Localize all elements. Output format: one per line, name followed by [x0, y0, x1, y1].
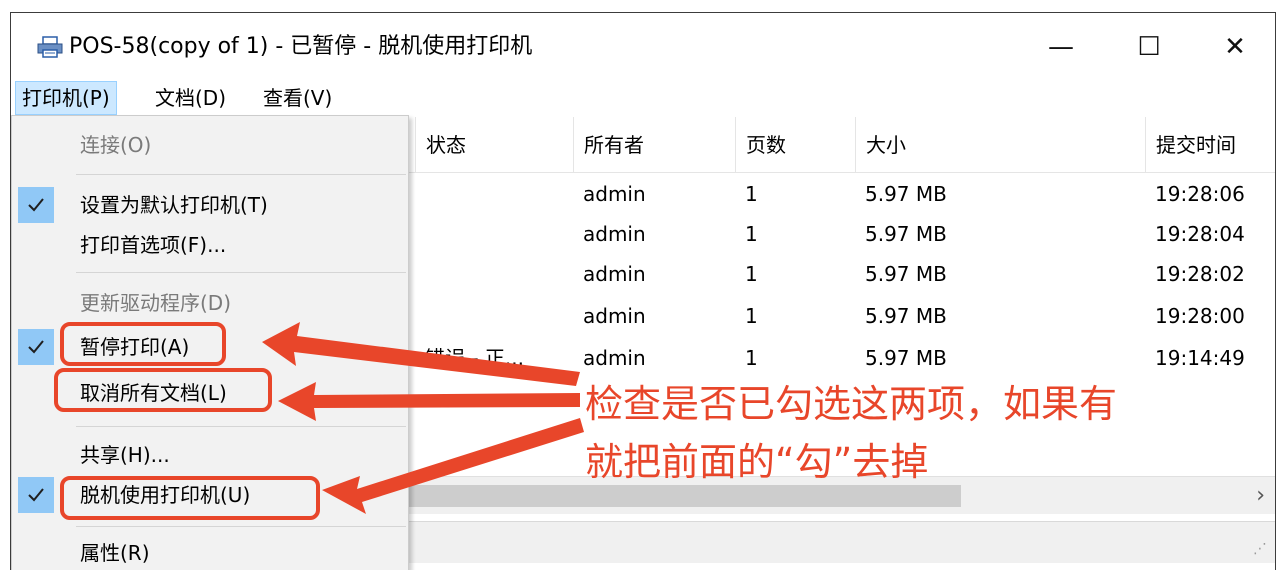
annotation-text-line2: 就把前面的“勾”去掉 [585, 440, 929, 484]
arrow-to-cancel-all [278, 382, 580, 421]
annotation-text-line1: 检查是否已勾选这两项，如果有 [585, 382, 1118, 426]
arrow-to-pause [262, 322, 580, 386]
arrow-to-offline [322, 418, 584, 514]
